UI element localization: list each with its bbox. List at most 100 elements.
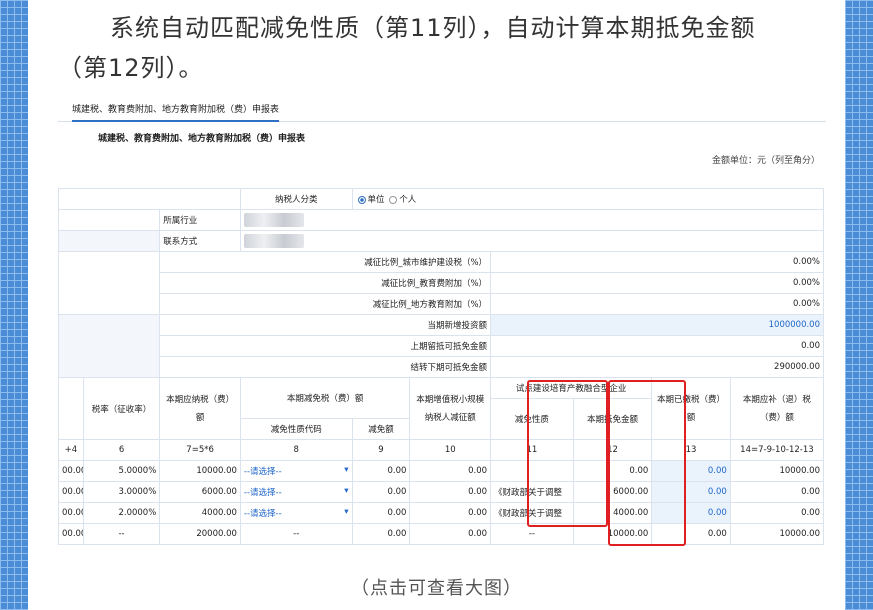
right-border-decoration	[845, 0, 873, 610]
taxpayer-type-label: 纳税人分类	[239, 188, 353, 210]
header-refund: 本期应补（退）税（费）额	[729, 377, 825, 440]
row-ratio-1: 减征比例_城市维护建设税（%） 0.00%	[58, 251, 824, 315]
row-taxpayer-type: 纳税人分类 单位 个人	[58, 188, 825, 210]
header-payable: 本期应纳税（费）额	[159, 377, 241, 440]
payable-cell: 10000.00	[159, 460, 241, 482]
refund-cell: 10000.00	[729, 460, 825, 482]
article-page: 系统自动匹配减免性质（第11列），自动计算本期抵免金额 （第12列）。 城建税、…	[28, 0, 845, 610]
header-reduce-amount: 减免额	[351, 418, 411, 440]
article-line-1: 系统自动匹配减免性质（第11列），自动计算本期抵免金额	[110, 14, 756, 42]
amount-value: 290000.00	[490, 356, 824, 378]
payable-cell: 6000.00	[159, 481, 241, 503]
reduce-amount-cell: 0.00	[351, 481, 411, 503]
refund-cell: 10000.00	[729, 523, 825, 545]
select-value: --请选择--	[243, 488, 282, 498]
left-border-decoration	[0, 0, 28, 610]
dropdown-arrow-icon[interactable]: ▾	[344, 465, 348, 477]
tax-base-cell: 00.00	[58, 481, 84, 503]
table-row: 00.00 5.0000% 10000.00 --请选择-- ▾ 0.00 0.0…	[58, 460, 825, 482]
col-num: 6	[82, 439, 161, 461]
image-caption[interactable]: （点击可查看大图）	[28, 574, 845, 600]
rate-cell: 3.0000%	[82, 481, 161, 503]
amount-label: 当期新增投资额	[159, 314, 492, 336]
small-scale-cell: 0.00	[409, 460, 492, 482]
row-ratio-2: 减征比例_教育费附加（%） 0.00%	[59, 272, 824, 294]
reduce-amount-cell: 0.00	[351, 460, 411, 482]
header-reduce-code: 减免性质代码	[239, 418, 353, 440]
reduce-code-cell: --	[239, 523, 353, 545]
tab-bar: 城建税、教育费附加、地方教育附加税（费）申报表	[58, 98, 826, 122]
reduce-code-select[interactable]: --请选择-- ▾	[239, 460, 353, 482]
row-prior-credit: 上期留抵可抵免金额 0.00	[59, 335, 824, 357]
ratio-label: 减征比例_城市维护建设税（%）	[159, 251, 492, 273]
tax-base-cell: 00.00	[58, 523, 84, 545]
article-text: 系统自动匹配减免性质（第11列），自动计算本期抵免金额 （第12列）。	[58, 8, 848, 88]
highlight-box-col11	[527, 380, 608, 527]
payable-cell: 4000.00	[159, 502, 241, 524]
radio-unit-label: 单位	[367, 195, 385, 205]
rate-cell: 2.0000%	[82, 502, 161, 524]
rate-cell: --	[82, 523, 161, 545]
ratio-label: 减征比例_教育费附加（%）	[159, 272, 492, 294]
header-row-1: 税率（征收率） 本期应纳税（费）额 本期减免税（费）额 本期增值税小规模纳税人减…	[58, 377, 825, 440]
reduce-code-select[interactable]: --请选择-- ▾	[239, 502, 353, 524]
radio-unit[interactable]	[357, 195, 366, 204]
payable-cell: 20000.00	[159, 523, 241, 545]
small-scale-cell: 0.00	[409, 481, 492, 503]
col-num: 9	[351, 439, 411, 461]
row-new-investment: 当期新增投资额 1000000.00	[58, 314, 824, 378]
select-value: --请选择--	[243, 467, 282, 477]
new-investment-input[interactable]: 1000000.00	[490, 314, 824, 336]
reduce-code-select[interactable]: --请选择-- ▾	[239, 481, 353, 503]
col-num: 7=5*6	[159, 439, 241, 461]
currency-unit-note: 金额单位：元（列至角分）	[711, 156, 820, 166]
header-rate: 税率（征收率）	[82, 377, 161, 440]
row-carry-forward: 结转下期可抵免金额 290000.00	[59, 356, 824, 378]
amount-value: 0.00	[490, 335, 824, 357]
col-num: 8	[239, 439, 353, 461]
blurred-value	[243, 234, 304, 248]
refund-cell: 0.00	[729, 502, 825, 524]
declaration-table: 纳税人分类 单位 个人 所属行业 联系方式 减征比例_城市维护建设税（%） 0.…	[58, 188, 825, 545]
ratio-value: 0.00%	[490, 251, 824, 273]
taxpayer-type-options: 单位 个人	[351, 188, 825, 210]
dropdown-arrow-icon[interactable]: ▾	[344, 507, 348, 519]
small-scale-cell: 0.00	[409, 523, 492, 545]
ratio-value: 0.00%	[490, 272, 824, 294]
rate-cell: 5.0000%	[82, 460, 161, 482]
small-scale-cell: 0.00	[409, 502, 492, 524]
screenshot-image[interactable]: 城建税、教育费附加、地方教育附加税（费）申报表 城建税、教育费附加、地方教育附加…	[58, 98, 826, 556]
highlight-box-col12	[608, 380, 686, 546]
amount-label: 结转下期可抵免金额	[159, 356, 492, 378]
col-num: 10	[409, 439, 492, 461]
contact-label: 联系方式	[159, 230, 241, 252]
header-small-scale: 本期增值税小规模纳税人减征额	[409, 377, 492, 440]
blurred-value	[243, 213, 304, 227]
col-num: +4	[58, 439, 84, 461]
tab-tax-form[interactable]: 城建税、教育费附加、地方教育附加税（费）申报表	[72, 102, 280, 122]
tax-base-cell: 00.00	[58, 502, 84, 524]
select-value: --请选择--	[243, 509, 282, 519]
reduce-amount-cell: 0.00	[351, 502, 411, 524]
radio-person-label: 个人	[399, 195, 417, 205]
radio-person[interactable]	[389, 195, 398, 204]
ratio-value: 0.00%	[490, 293, 824, 315]
tax-base-cell: 00.00	[58, 460, 84, 482]
reduce-amount-cell: 0.00	[351, 523, 411, 545]
row-contact: 联系方式	[58, 230, 825, 252]
article-line-2: （第12列）。	[58, 54, 204, 82]
row-ratio-3: 减征比例_地方教育附加（%） 0.00%	[59, 293, 824, 315]
table-row: 00.00 2.0000% 4000.00 --请选择-- ▾ 0.00 0.00…	[58, 502, 825, 524]
form-title: 城建税、教育费附加、地方教育附加税（费）申报表	[98, 134, 306, 144]
column-number-row: +4 6 7=5*6 8 9 10 11 12 13 14=7-9-10-12-…	[58, 439, 825, 461]
header-reduce-group: 本期减免税（费）额	[239, 377, 411, 419]
total-row: 00.00 -- 20000.00 -- 0.00 0.00 -- 10000.…	[58, 523, 825, 545]
refund-cell: 0.00	[729, 481, 825, 503]
amount-label: 上期留抵可抵免金额	[159, 335, 492, 357]
ratio-label: 减征比例_地方教育附加（%）	[159, 293, 492, 315]
row-industry: 所属行业	[58, 209, 825, 231]
col-num: 14=7-9-10-12-13	[729, 439, 825, 461]
industry-label: 所属行业	[159, 209, 241, 231]
dropdown-arrow-icon[interactable]: ▾	[344, 486, 348, 498]
table-row: 00.00 3.0000% 6000.00 --请选择-- ▾ 0.00 0.00…	[58, 481, 825, 503]
